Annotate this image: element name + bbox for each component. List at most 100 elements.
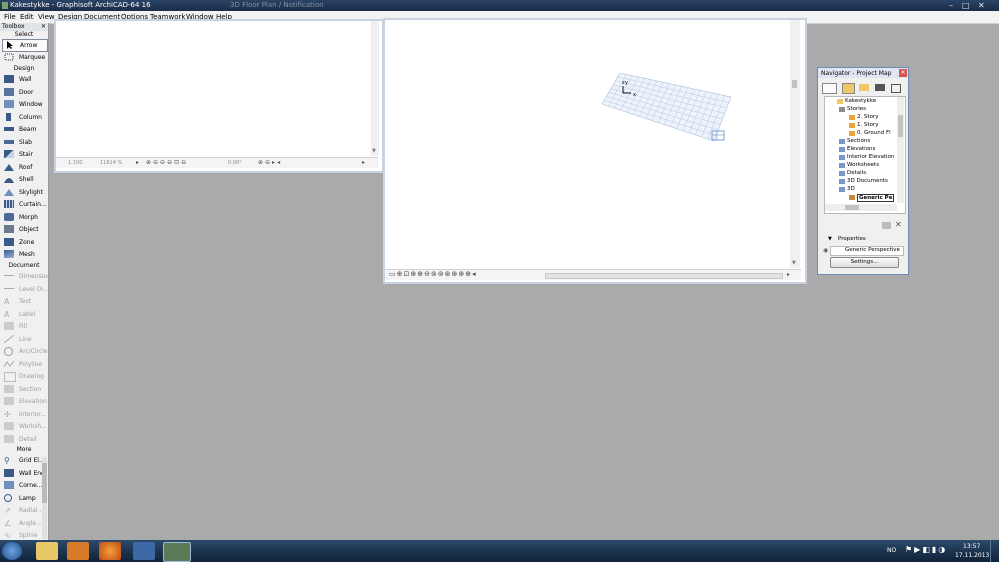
tool-door[interactable]: Door <box>2 87 46 98</box>
tool-slab[interactable]: Slab <box>2 137 46 148</box>
tool-arc-circle[interactable]: Arc/Circle <box>2 346 48 357</box>
tray-icons[interactable]: ⚑▶◧▮◑ <box>905 545 947 554</box>
media-player-taskbar-icon[interactable] <box>67 542 89 560</box>
tool-grid-element[interactable]: ⚲ Grid El... <box>2 455 45 466</box>
zoom-tools-icon[interactable]: ⊕⊖⊖⊖⊡⊖ <box>146 159 188 166</box>
navigator-popup-icon[interactable] <box>822 83 837 94</box>
scroll-right-icon[interactable]: ▸ <box>787 271 790 278</box>
tool-roof[interactable]: Roof <box>2 162 46 173</box>
explorer-taskbar-icon[interactable] <box>36 542 58 560</box>
layout-book-tab-icon[interactable] <box>875 84 885 91</box>
floor-plan-window: ▼ 1:100 11614 % ▸ ⊕⊖⊖⊖⊡⊖ 0.00° ⊕⊖▸◂ ▸ <box>54 19 384 173</box>
tool-dimension[interactable]: Dimension <box>2 271 51 282</box>
floor-plan-vertical-scrollbar[interactable]: ▼ <box>371 21 379 156</box>
tool-fill[interactable]: Fill <box>2 321 46 332</box>
angle-readout[interactable]: 0.00° <box>228 160 242 166</box>
tool-label: Lamp <box>19 494 36 502</box>
tool-marquee[interactable]: Marquee <box>2 52 46 63</box>
scale-readout[interactable]: 1:100 <box>68 160 82 166</box>
properties-field[interactable]: Generic Perspective <box>830 246 904 256</box>
3d-horizontal-scrollbar[interactable] <box>545 273 783 279</box>
view-map-tab-icon[interactable] <box>859 84 869 91</box>
toolbox-scrollbar[interactable] <box>42 457 47 539</box>
maximize-button[interactable]: □ <box>962 1 970 10</box>
toolbox-close-icon[interactable]: ✕ <box>41 23 46 30</box>
tool-corner-window[interactable]: Corne... <box>2 480 42 491</box>
tool-polyline[interactable]: Polyline <box>2 359 46 370</box>
clock-time[interactable]: 13:57 <box>963 543 980 550</box>
tool-column[interactable]: Column <box>2 112 46 123</box>
tool-angle-dimension[interactable]: ∠ Angle ... <box>2 518 44 529</box>
tool-arrow[interactable]: Arrow <box>2 39 48 52</box>
clock-date[interactable]: 17.11.2013 <box>955 552 989 559</box>
tool-wall[interactable]: Wall <box>2 74 46 85</box>
tool-text[interactable]: A Text <box>2 296 46 307</box>
3d-vscroll-thumb[interactable] <box>792 80 797 88</box>
tool-section[interactable]: Section <box>2 384 46 395</box>
tree-vscroll-thumb[interactable] <box>898 115 903 137</box>
section-design: Design <box>13 65 35 72</box>
new-view-icon[interactable] <box>882 222 891 229</box>
publisher-sets-tab-icon[interactable] <box>891 84 901 93</box>
minimize-button[interactable]: – <box>949 1 953 10</box>
tool-drawing[interactable]: Drawing <box>2 371 46 382</box>
close-button[interactable]: ✕ <box>978 1 985 10</box>
arrow-icon <box>5 41 15 49</box>
navigator-close-icon[interactable]: ✕ <box>899 69 907 77</box>
scroll-down-icon[interactable]: ▼ <box>792 260 796 266</box>
scroll-down-icon[interactable]: ▼ <box>372 148 376 154</box>
archicad-taskbar-icon[interactable] <box>163 542 191 562</box>
tool-mesh[interactable]: Mesh <box>2 249 46 260</box>
zoom-readout[interactable]: 11614 % <box>100 160 122 166</box>
properties-expand-icon[interactable]: ▼ <box>828 236 832 242</box>
show-desktop-button[interactable] <box>990 540 999 562</box>
wall-end-icon <box>4 468 14 477</box>
tree-hscroll-thumb[interactable] <box>845 205 859 210</box>
scroll-right-icon[interactable]: ▸ <box>362 159 365 166</box>
3d-window: z y x ▼ ▭⊕⊡⊕⊕⊖⊚⊚⊛⊕⊕⊕◂ ▸ <box>383 18 807 284</box>
tree-vertical-scrollbar[interactable] <box>897 97 904 203</box>
tool-stair[interactable]: Stair <box>2 149 46 160</box>
story-icon <box>849 131 855 136</box>
tool-level-dimension[interactable]: Level Di... <box>2 284 49 295</box>
tool-detail[interactable]: Detail <box>2 434 46 445</box>
tool-radial-dimension[interactable]: ↗ Radial... <box>2 505 43 516</box>
tool-beam[interactable]: Beam <box>2 124 46 135</box>
language-indicator[interactable]: NO <box>887 547 896 554</box>
scroll-left-icon[interactable]: ▸ <box>136 159 139 166</box>
menu-file[interactable]: File <box>4 13 16 21</box>
settings-button[interactable]: Settings... <box>830 257 899 268</box>
toolbox-scroll-thumb[interactable] <box>42 463 47 503</box>
tool-label: Morph <box>19 213 38 221</box>
messenger-taskbar-icon[interactable] <box>133 542 155 560</box>
tool-object[interactable]: Object <box>2 224 46 235</box>
3d-navigation-tools-icon[interactable]: ▭⊕⊡⊕⊕⊖⊚⊚⊛⊕⊕⊕◂ <box>389 270 477 278</box>
floor-plan-canvas[interactable] <box>56 21 370 156</box>
menu-view[interactable]: View <box>38 13 55 21</box>
menu-edit[interactable]: Edit <box>20 13 34 21</box>
tool-wall-end[interactable]: Wall End <box>2 468 45 479</box>
tool-zone[interactable]: Zone <box>2 237 46 248</box>
project-map-tab-icon[interactable] <box>842 83 855 94</box>
start-button[interactable] <box>2 542 22 560</box>
tool-line[interactable]: Line <box>2 334 46 345</box>
orientation-tools-icon[interactable]: ⊕⊖▸◂ <box>258 159 282 166</box>
tool-interior-elevation[interactable]: ✢ Interior... <box>2 409 46 420</box>
tree-horizontal-scrollbar[interactable] <box>825 204 897 211</box>
tool-curtain-wall[interactable]: Curtain... <box>2 199 47 210</box>
tree-item-label: Elevations <box>847 146 876 152</box>
tool-label-tool[interactable]: A Label <box>2 309 46 320</box>
tool-skylight[interactable]: Skylight <box>2 187 46 198</box>
firefox-taskbar-icon[interactable] <box>99 542 121 560</box>
tool-window[interactable]: Window <box>2 99 46 110</box>
3d-vertical-scrollbar[interactable]: ▼ <box>790 20 800 268</box>
delete-view-icon[interactable]: ✕ <box>895 220 902 229</box>
marquee-icon <box>4 53 14 61</box>
3d-canvas[interactable]: z y x <box>385 20 789 268</box>
tool-morph[interactable]: Morph <box>2 212 46 223</box>
tool-elevation[interactable]: Elevation <box>2 396 47 407</box>
tool-worksheet[interactable]: Worksh... <box>2 421 47 432</box>
story-icon <box>849 115 855 120</box>
tool-lamp[interactable]: Lamp <box>2 493 40 504</box>
tool-shell[interactable]: Shell <box>2 174 46 185</box>
